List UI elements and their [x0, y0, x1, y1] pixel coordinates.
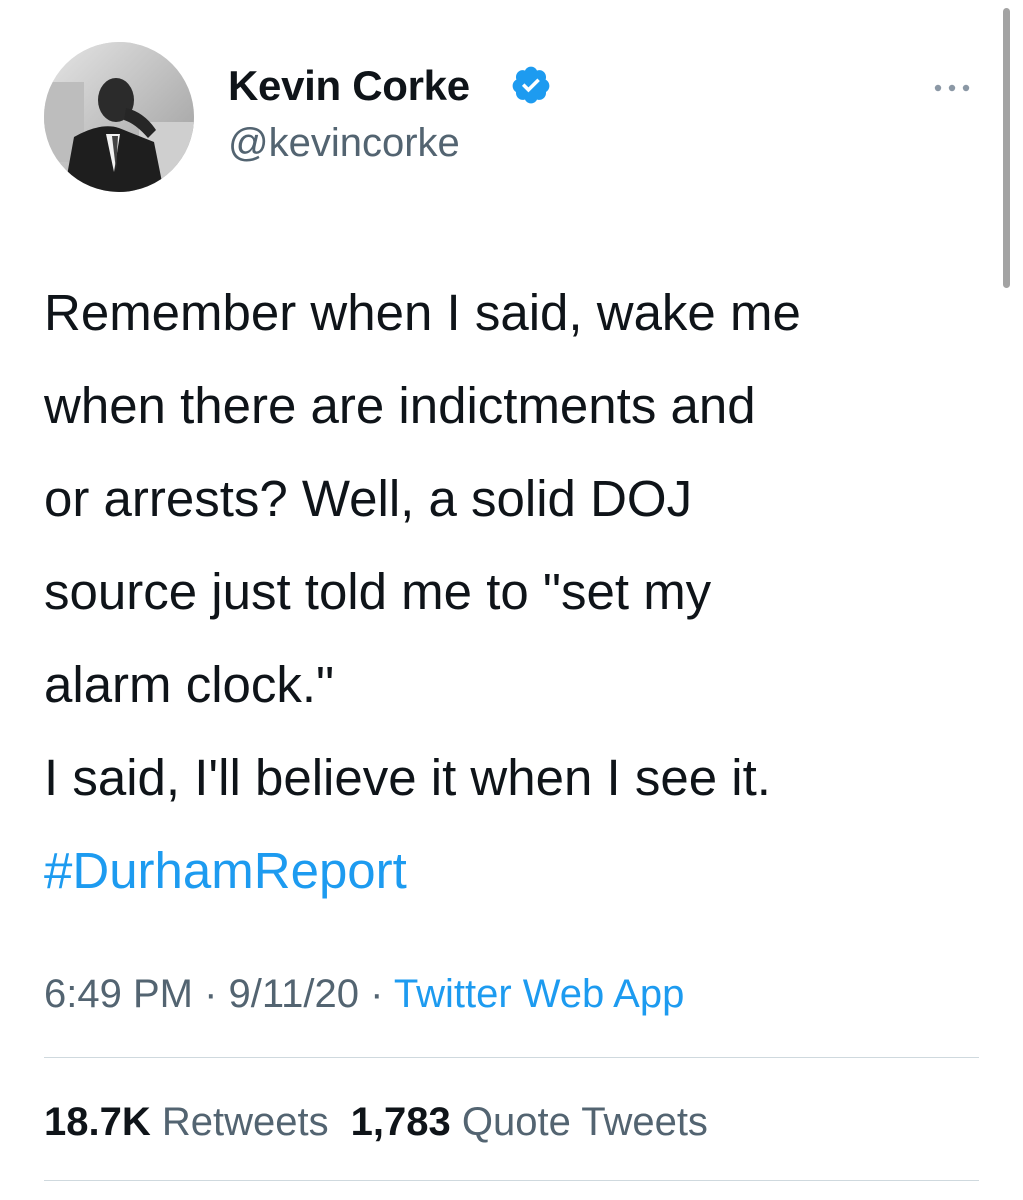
- tweet-text-line: source just told me to "set my: [44, 563, 712, 620]
- tweet-time[interactable]: 6:49 PM: [44, 972, 193, 1016]
- tweet-date[interactable]: 9/11/20: [229, 972, 360, 1016]
- tweet-text-line: or arrests? Well, a solid DOJ: [44, 470, 693, 527]
- retweets-label: Retweets: [161, 1100, 329, 1144]
- separator-dot: ·: [192, 972, 229, 1016]
- tweet-text-line: alarm clock.": [44, 656, 335, 713]
- tweet-text-line: I said, I'll believe it when I see it.: [44, 749, 771, 806]
- tweet-text: Remember when I said, wake me when there…: [44, 266, 984, 917]
- retweets-stat[interactable]: 18.7K Retweets: [44, 1100, 329, 1144]
- more-options-icon[interactable]: [930, 76, 974, 100]
- verified-badge-icon: [512, 66, 550, 104]
- divider: [44, 1180, 979, 1181]
- retweets-count: 18.7K: [44, 1100, 151, 1144]
- avatar[interactable]: [44, 42, 194, 192]
- profile-photo: [44, 42, 194, 192]
- tweet-text-line: Remember when I said, wake me: [44, 284, 801, 341]
- author-handle[interactable]: @kevincorke: [228, 118, 460, 168]
- tweet-metadata: 6:49 PM · 9/11/20 · Twitter Web App: [44, 966, 684, 1022]
- tweet-source-link[interactable]: Twitter Web App: [394, 972, 685, 1016]
- author-display-name[interactable]: Kevin Corke: [228, 60, 470, 112]
- scrollbar[interactable]: [1003, 8, 1010, 288]
- hashtag-link[interactable]: #DurhamReport: [44, 824, 984, 917]
- engagement-stats: 18.7K Retweets 1,783 Quote Tweets: [44, 1094, 708, 1150]
- divider: [44, 1057, 979, 1058]
- quote-tweets-count: 1,783: [350, 1100, 451, 1144]
- quote-tweets-stat[interactable]: 1,783 Quote Tweets: [351, 1100, 708, 1144]
- separator-dot: ·: [359, 972, 394, 1016]
- tweet-text-line: when there are indictments and: [44, 377, 756, 434]
- quote-tweets-label: Quote Tweets: [461, 1100, 708, 1144]
